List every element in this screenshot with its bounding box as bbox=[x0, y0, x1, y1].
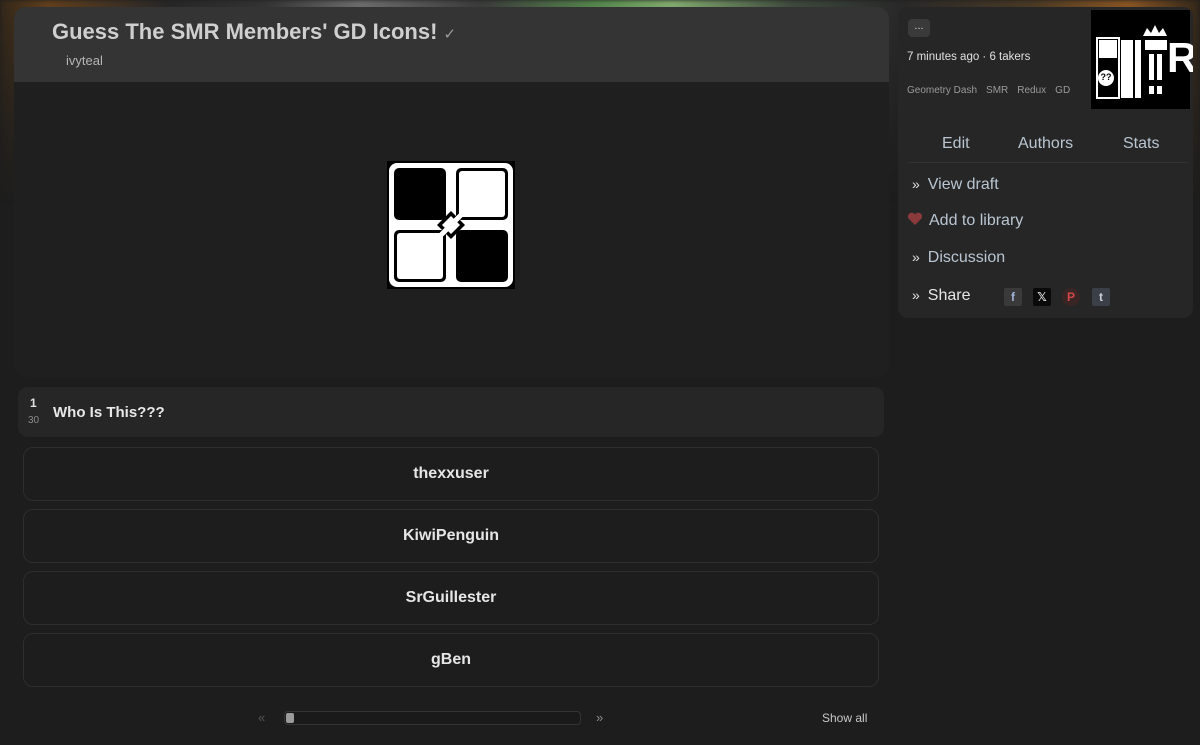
tab-stats[interactable]: Stats bbox=[1123, 135, 1159, 153]
gd-cube-icon bbox=[387, 161, 515, 289]
quiz-card: Guess The SMR Members' GD Icons! ✓ ivytea… bbox=[14, 7, 889, 377]
answer-option-1[interactable]: thexxuser bbox=[23, 447, 879, 501]
tag-list: Geometry Dash SMR Redux GD bbox=[907, 85, 1079, 96]
answer-option-2[interactable]: KiwiPenguin bbox=[23, 509, 879, 563]
side-panel: ... 7 minutes ago · 6 takers Geometry Da… bbox=[898, 7, 1193, 318]
more-options-button[interactable]: ... bbox=[908, 19, 930, 37]
answer-option-4[interactable]: gBen bbox=[23, 633, 879, 687]
discussion-link[interactable]: » Discussion bbox=[912, 249, 1005, 267]
tag-item[interactable]: GD bbox=[1055, 85, 1070, 96]
discussion-label: Discussion bbox=[927, 249, 1006, 266]
facebook-icon[interactable]: f bbox=[1004, 288, 1022, 306]
check-icon: ✓ bbox=[443, 26, 457, 43]
quiz-title: Guess The SMR Members' GD Icons! ✓ bbox=[52, 19, 456, 45]
double-chevron-icon: » bbox=[912, 176, 920, 192]
quiz-header: Guess The SMR Members' GD Icons! ✓ ivytea… bbox=[14, 7, 889, 82]
x-icon[interactable]: 𝕏 bbox=[1033, 288, 1051, 306]
view-draft-label: View draft bbox=[927, 176, 999, 193]
heart-icon[interactable] bbox=[907, 212, 923, 226]
thumbnail-badge: ?? bbox=[1100, 72, 1112, 82]
double-chevron-icon: » bbox=[912, 287, 920, 303]
pager-prev-button[interactable]: « bbox=[258, 710, 265, 725]
share-row: » Share bbox=[912, 287, 971, 305]
pinterest-icon[interactable]: P bbox=[1062, 288, 1080, 306]
answer-option-3[interactable]: SrGuillester bbox=[23, 571, 879, 625]
tumblr-icon[interactable]: t bbox=[1092, 288, 1110, 306]
share-label: Share bbox=[927, 287, 971, 304]
tag-item[interactable]: SMR bbox=[986, 85, 1008, 96]
tab-authors[interactable]: Authors bbox=[1018, 135, 1073, 153]
question-number: 1 bbox=[30, 396, 37, 410]
tag-item[interactable]: Redux bbox=[1017, 85, 1046, 96]
author-link[interactable]: ivyteal bbox=[66, 53, 103, 68]
thumbnail-letter: R bbox=[1167, 34, 1193, 81]
side-tabs: Edit Authors Stats bbox=[898, 135, 1193, 163]
question-text: Who Is This??? bbox=[53, 404, 165, 421]
pager-progress-track[interactable] bbox=[284, 711, 581, 725]
pager-progress-thumb[interactable] bbox=[286, 713, 294, 723]
add-to-library-link[interactable]: Add to library bbox=[929, 212, 1023, 230]
pager-next-button[interactable]: » bbox=[596, 710, 603, 725]
tag-item[interactable]: Geometry Dash bbox=[907, 85, 977, 96]
tab-edit[interactable]: Edit bbox=[942, 135, 970, 153]
quiz-title-text: Guess The SMR Members' GD Icons! bbox=[52, 19, 438, 44]
question-total: 30 bbox=[28, 415, 40, 426]
show-all-link[interactable]: Show all bbox=[822, 711, 867, 725]
divider bbox=[908, 162, 1188, 163]
quiz-meta: 7 minutes ago · 6 takers bbox=[907, 51, 1031, 63]
view-draft-link[interactable]: » View draft bbox=[912, 176, 999, 194]
question-row: 1 30 Who Is This??? bbox=[18, 387, 884, 437]
quiz-thumbnail: R ?? bbox=[1091, 10, 1193, 109]
double-chevron-icon: » bbox=[912, 249, 920, 265]
